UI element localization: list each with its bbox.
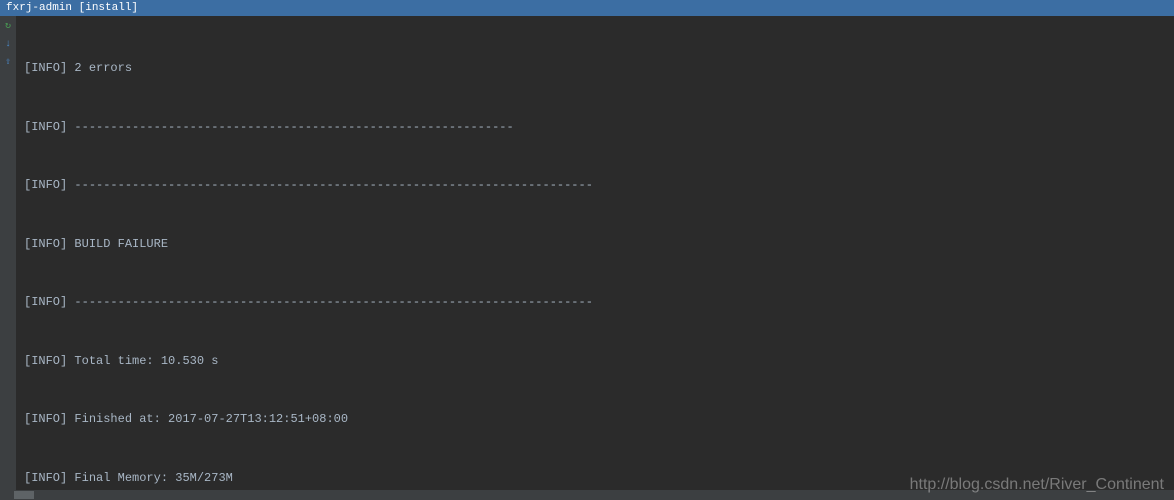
rerun-icon[interactable]: ↻	[2, 20, 14, 32]
scroll-thumb[interactable]	[14, 491, 34, 499]
log-text: 2 errors	[67, 61, 132, 75]
console-output: [INFO] 2 errors [INFO] -----------------…	[16, 16, 1174, 490]
log-line: [INFO] ---------------------------------…	[24, 176, 1166, 196]
horizontal-scrollbar[interactable]	[0, 490, 1174, 500]
log-text: ----------------------------------------…	[67, 120, 513, 134]
log-tag: [INFO]	[24, 61, 67, 75]
log-line: [INFO] Total time: 10.530 s	[24, 352, 1166, 372]
log-text: Total time: 10.530 s	[67, 354, 218, 368]
log-line: [INFO] BUILD FAILURE	[24, 235, 1166, 255]
log-text: ----------------------------------------…	[67, 178, 593, 192]
log-line: [INFO] ---------------------------------…	[24, 118, 1166, 138]
console-gutter: ↻ ↓ ⇧	[0, 16, 16, 490]
log-line: [INFO] 2 errors	[24, 59, 1166, 79]
log-tag: [INFO]	[24, 412, 67, 426]
log-tag: [INFO]	[24, 354, 67, 368]
run-config-title: fxrj-admin [install]	[6, 2, 138, 14]
log-line: [INFO] Final Memory: 35M/273M	[24, 469, 1166, 489]
scroll-down-icon[interactable]: ↓	[2, 38, 14, 50]
log-text: ----------------------------------------…	[67, 295, 593, 309]
log-tag: [INFO]	[24, 237, 67, 251]
log-text: Final Memory: 35M/273M	[67, 471, 233, 485]
log-text: Finished at: 2017-07-27T13:12:51+08:00	[67, 412, 348, 426]
log-tag: [INFO]	[24, 120, 67, 134]
log-line: [INFO] Finished at: 2017-07-27T13:12:51+…	[24, 410, 1166, 430]
log-line: [INFO] ---------------------------------…	[24, 293, 1166, 313]
log-tag: [INFO]	[24, 295, 67, 309]
log-text: BUILD FAILURE	[67, 237, 168, 251]
run-config-titlebar: fxrj-admin [install]	[0, 0, 1174, 16]
export-icon[interactable]: ⇧	[2, 56, 14, 68]
log-tag: [INFO]	[24, 471, 67, 485]
log-tag: [INFO]	[24, 178, 67, 192]
console-area: ↻ ↓ ⇧ [INFO] 2 errors [INFO] -----------…	[0, 16, 1174, 490]
